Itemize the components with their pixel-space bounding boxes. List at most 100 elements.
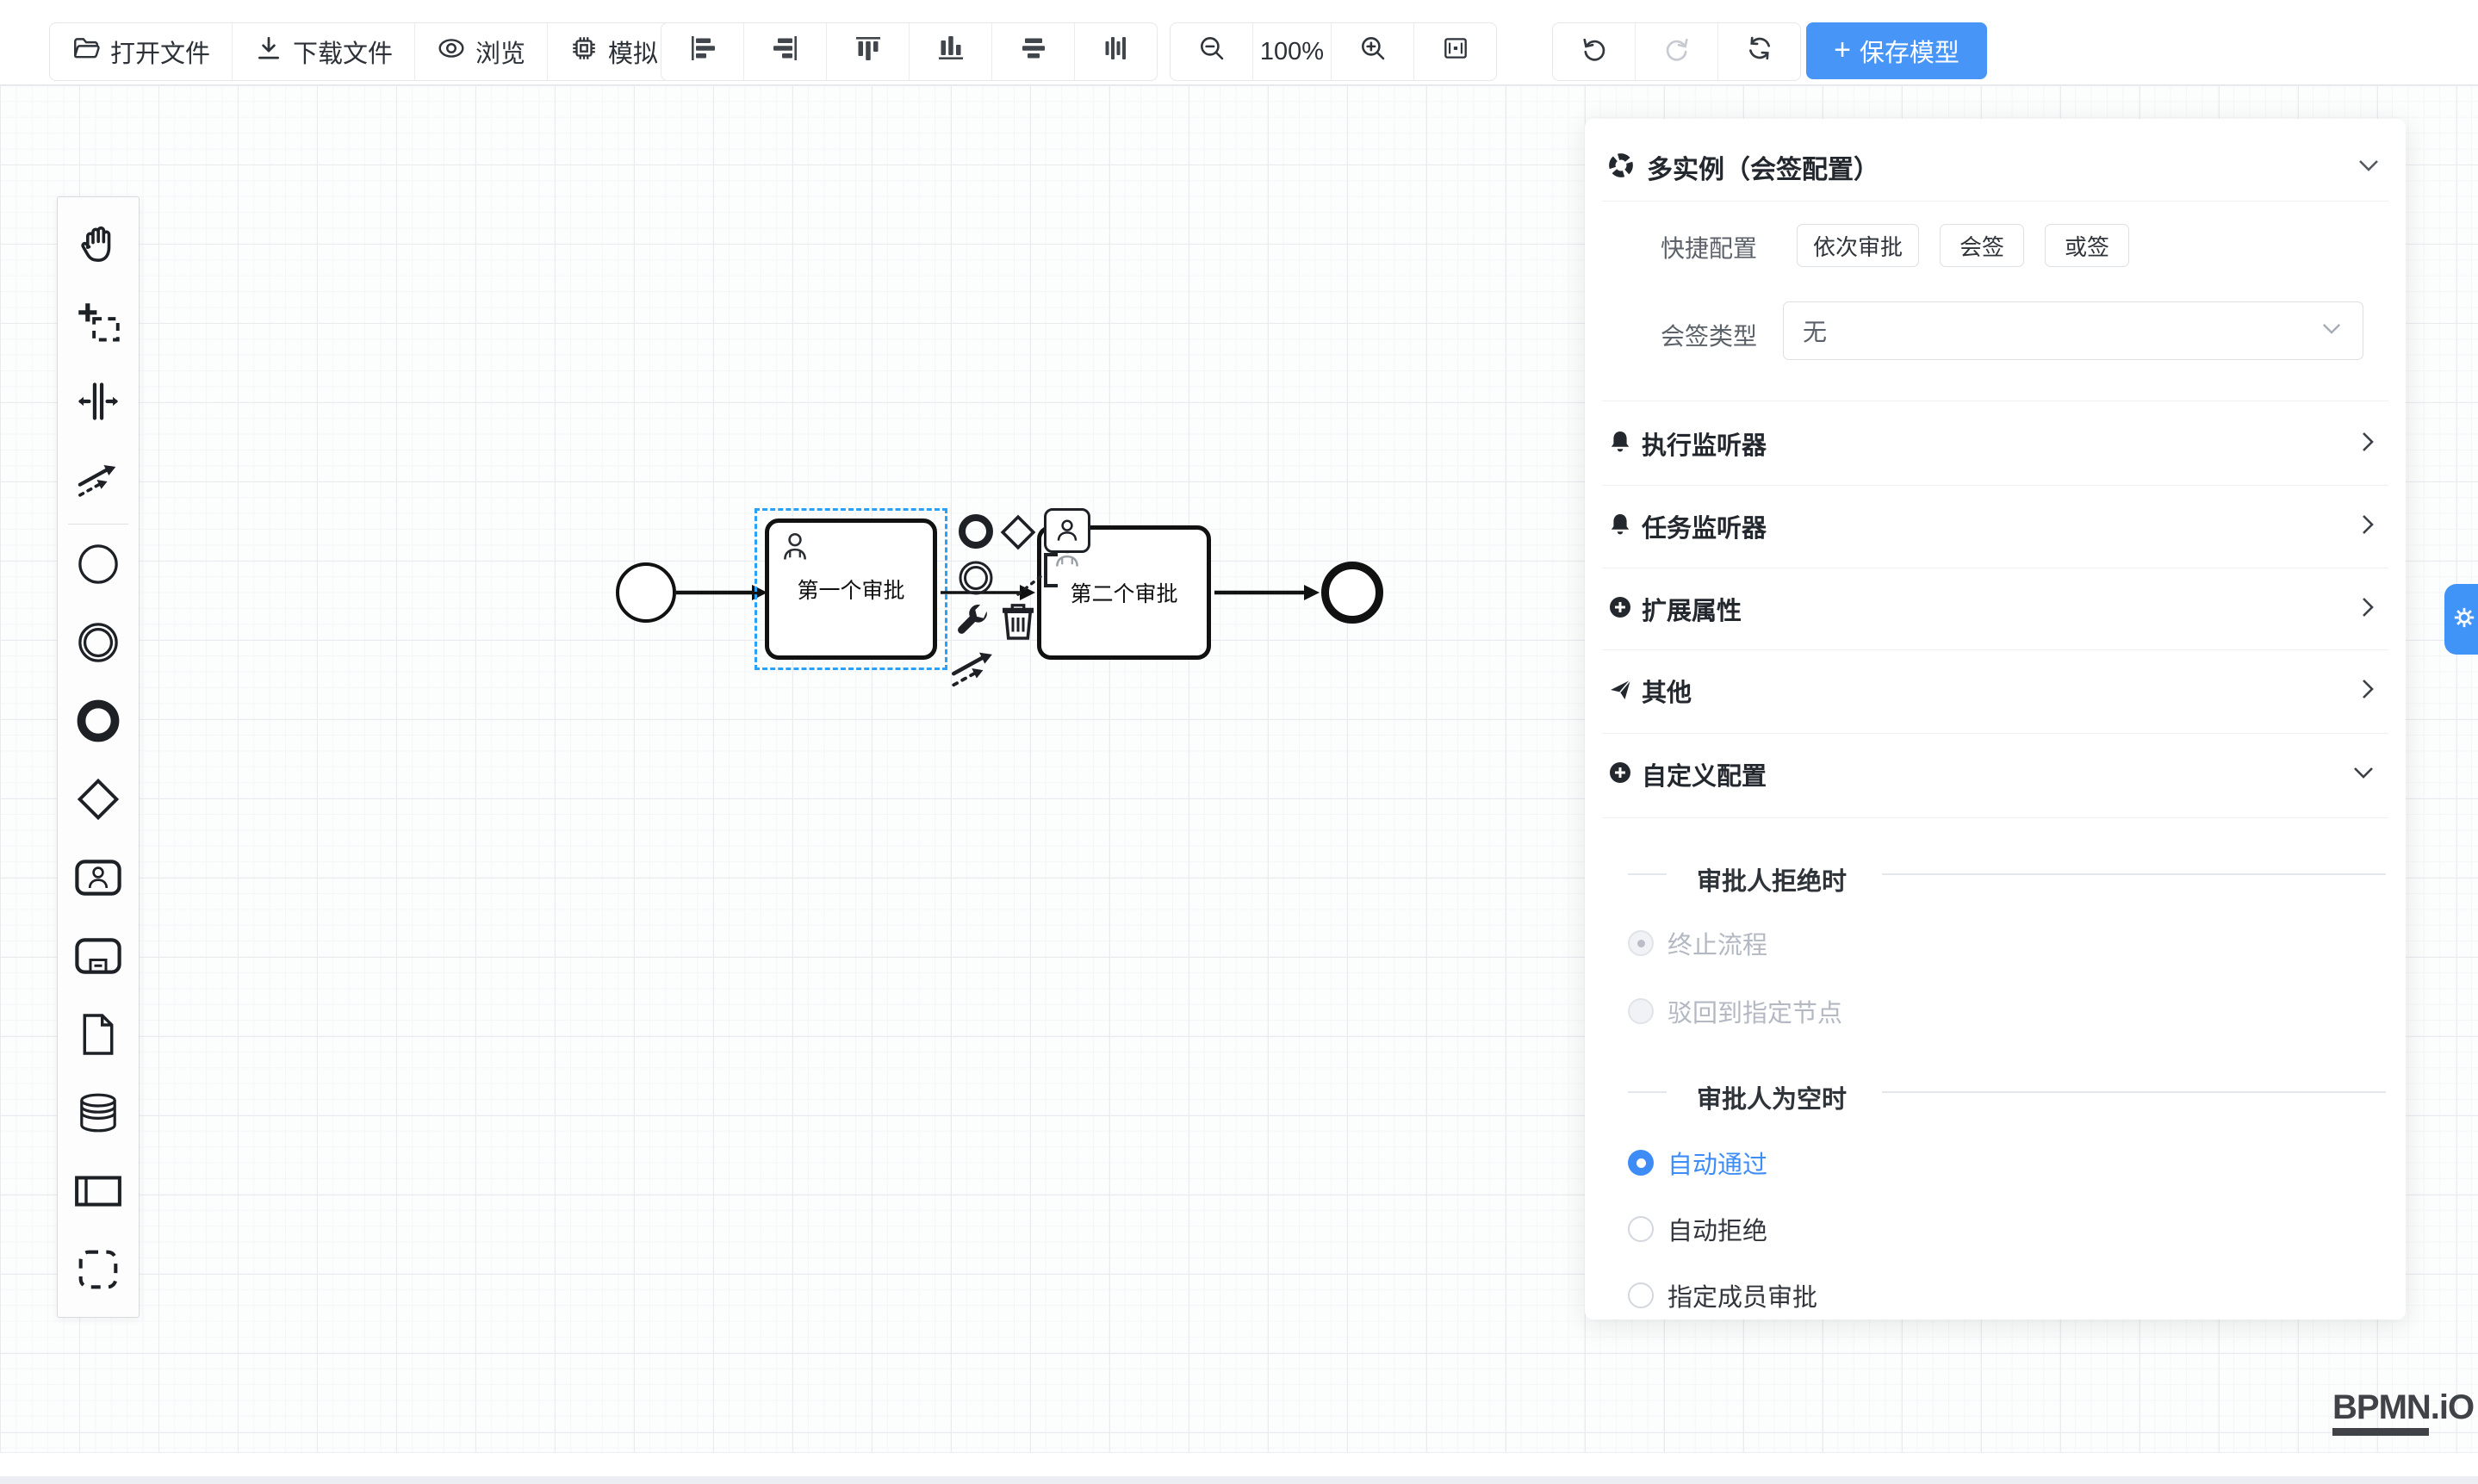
align-right-button[interactable] — [744, 23, 827, 80]
settings-tab[interactable] — [2444, 584, 2478, 655]
section-custom-config[interactable]: 自定义配置 — [1585, 754, 2406, 795]
radio-label: 指定成员审批 — [1668, 1277, 1817, 1313]
open-file-label: 打开文件 — [110, 34, 210, 70]
create-data-store[interactable] — [57, 1076, 140, 1154]
append-gateway-icon[interactable] — [999, 513, 1037, 551]
zoom-out-button[interactable] — [1171, 23, 1253, 80]
lasso-tool[interactable] — [57, 286, 140, 364]
create-intermediate-event[interactable] — [57, 605, 140, 684]
align-center-horizontal-button[interactable] — [992, 23, 1075, 80]
chevron-down-icon[interactable] — [2357, 158, 2380, 177]
radio-return-to-node[interactable]: 驳回到指定节点 — [1585, 997, 1842, 1026]
create-participant[interactable] — [57, 1154, 140, 1233]
save-model-button[interactable]: + 保存模型 — [1806, 22, 1987, 79]
append-end-event-icon[interactable] — [956, 512, 996, 551]
chevron-right-icon — [2361, 431, 2375, 457]
redo-button[interactable] — [1636, 23, 1718, 80]
quick-config-sequential-button[interactable]: 依次审批 — [1797, 224, 1919, 267]
hand-tool[interactable] — [57, 208, 140, 286]
empty-group-title: 审批人为空时 — [1697, 1079, 1847, 1115]
append-user-task-icon[interactable] — [1044, 508, 1090, 553]
quick-config-orsign-button[interactable]: 或签 — [2045, 224, 2129, 267]
section-label: 任务监听器 — [1642, 508, 1767, 544]
download-file-button[interactable]: 下载文件 — [233, 23, 415, 80]
connect-tool-icon[interactable] — [949, 644, 997, 692]
plus-icon: + — [1834, 35, 1851, 65]
simulate-chip-icon — [569, 34, 599, 70]
append-intermediate-event-icon[interactable] — [956, 558, 996, 598]
user-task-icon — [75, 859, 121, 901]
align-left-button[interactable] — [661, 23, 744, 80]
change-type-wrench-icon[interactable] — [953, 601, 992, 641]
radio-terminate-process[interactable]: 终止流程 — [1585, 928, 1767, 958]
align-bottom-button[interactable] — [910, 23, 992, 80]
panel-header[interactable]: 多实例（会签配置） — [1607, 143, 2380, 191]
radio-button[interactable] — [1628, 1282, 1654, 1308]
divider — [1602, 649, 2388, 650]
quick-config-countersign-button[interactable]: 会签 — [1940, 224, 2024, 267]
radio-auto-pass[interactable]: 自动通过 — [1585, 1148, 1767, 1177]
create-user-task[interactable] — [57, 841, 140, 919]
align-top-button[interactable] — [827, 23, 910, 80]
zoom-level-value: 100% — [1260, 38, 1324, 66]
quick-config-label: 快捷配置 — [1585, 230, 1757, 264]
align-center-horizontal-icon — [1018, 34, 1049, 69]
radio-auto-reject[interactable]: 自动拒绝 — [1585, 1214, 1767, 1244]
align-left-icon — [687, 34, 718, 69]
radio-button-checked[interactable] — [1628, 1150, 1654, 1176]
radio-button-disabled[interactable] — [1628, 998, 1654, 1024]
toolbar-align-group — [661, 22, 1158, 81]
section-other[interactable]: 其他 — [1585, 670, 2406, 711]
chevron-down-icon — [2321, 322, 2342, 339]
undo-button[interactable] — [1553, 23, 1636, 80]
divider — [1628, 873, 1667, 875]
fit-viewport-button[interactable] — [1414, 23, 1496, 80]
open-file-button[interactable]: 打开文件 — [50, 23, 233, 80]
radio-label: 自动通过 — [1668, 1145, 1767, 1181]
section-label: 执行监听器 — [1642, 425, 1767, 462]
align-center-vertical-button[interactable] — [1075, 23, 1157, 80]
end-event-node[interactable] — [1321, 562, 1383, 624]
task-node-first[interactable]: 第一个审批 — [765, 518, 937, 660]
create-start-event[interactable] — [57, 527, 140, 605]
create-data-object[interactable] — [57, 997, 140, 1076]
divider — [1602, 485, 2388, 486]
section-extended-properties[interactable]: 扩展属性 — [1585, 588, 2406, 630]
radio-label: 自动拒绝 — [1668, 1211, 1767, 1247]
bpmn-io-logo: BPMN.iO — [2332, 1388, 2474, 1436]
start-event-node[interactable] — [616, 562, 676, 623]
toolbar-file-group: 打开文件 下载文件 浏览 模拟 — [49, 22, 680, 81]
create-gateway[interactable] — [57, 762, 140, 841]
global-connect-tool[interactable] — [57, 443, 140, 521]
divider — [1882, 1091, 2386, 1093]
create-group[interactable] — [57, 1233, 140, 1311]
reset-button[interactable] — [1718, 23, 1800, 80]
bell-icon — [1607, 429, 1633, 459]
radio-assign-member[interactable]: 指定成员审批 — [1585, 1281, 1817, 1310]
sequence-flow-3[interactable] — [1214, 575, 1321, 610]
divider — [1602, 733, 2388, 734]
horizontal-scrollbar[interactable] — [0, 1452, 2478, 1477]
align-center-vertical-icon — [1101, 34, 1132, 69]
preview-label: 浏览 — [475, 34, 525, 70]
preview-button[interactable]: 浏览 — [415, 23, 548, 80]
bell-icon — [1607, 512, 1633, 542]
zoom-out-icon — [1197, 34, 1227, 70]
zoom-in-button[interactable] — [1332, 23, 1414, 80]
preview-eye-icon — [437, 34, 466, 70]
create-end-event[interactable] — [57, 684, 140, 762]
plus-circle-icon — [1607, 594, 1633, 624]
fit-viewport-icon — [1441, 34, 1470, 70]
radio-button[interactable] — [1628, 1216, 1654, 1242]
align-right-icon — [770, 34, 801, 69]
section-execution-listener[interactable]: 执行监听器 — [1585, 423, 2406, 464]
create-call-activity[interactable] — [57, 919, 140, 997]
sign-type-select[interactable]: 无 — [1783, 301, 2363, 360]
space-tool[interactable] — [57, 364, 140, 443]
delete-trash-icon[interactable] — [997, 598, 1039, 643]
global-connect-tool-icon — [76, 457, 121, 506]
append-text-annotation-icon[interactable] — [1015, 550, 1061, 599]
section-task-listener[interactable]: 任务监听器 — [1585, 506, 2406, 547]
radio-button-checked-disabled[interactable] — [1628, 930, 1654, 956]
bpmn-editor-app: 打开文件 下载文件 浏览 模拟 — [0, 0, 2478, 1484]
